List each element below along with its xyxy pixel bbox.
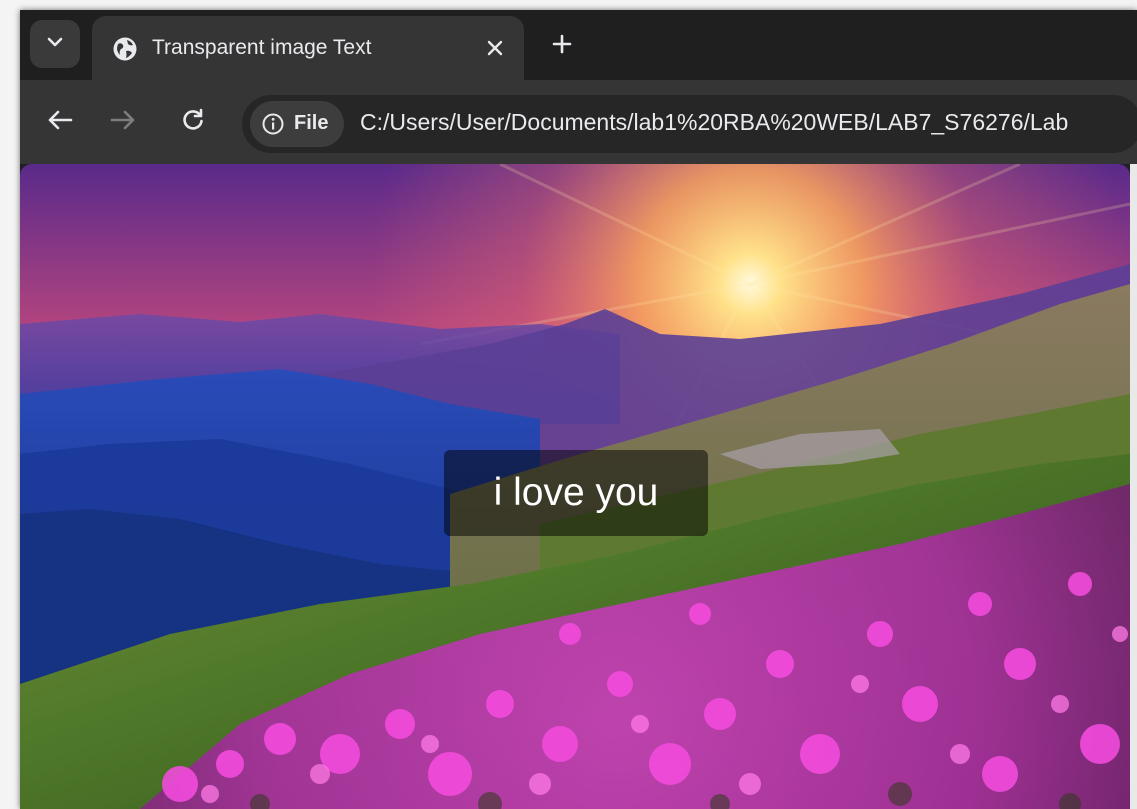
overlay-caption: i love you: [444, 450, 708, 536]
tab-search-button[interactable]: [30, 20, 80, 68]
site-info-chip[interactable]: File: [250, 101, 344, 147]
scrollbar[interactable]: [1130, 164, 1137, 809]
toolbar: File C:/Users/User/Documents/lab1%20RBA%…: [20, 80, 1137, 164]
back-button[interactable]: [40, 102, 80, 142]
address-bar[interactable]: File C:/Users/User/Documents/lab1%20RBA%…: [242, 95, 1137, 153]
screenshot-frame: Transparent image Text File C:/Users/Use…: [0, 0, 1137, 809]
close-tab-icon[interactable]: [478, 31, 512, 65]
arrow-left-icon: [47, 109, 73, 136]
arrow-right-icon: [110, 109, 136, 136]
tab-strip: Transparent image Text: [20, 10, 1137, 80]
forward-button[interactable]: [103, 102, 143, 142]
reload-icon: [181, 108, 205, 137]
tab-active[interactable]: Transparent image Text: [92, 16, 524, 80]
globe-icon: [112, 36, 138, 67]
plus-icon: [552, 34, 572, 59]
site-chip-label: File: [294, 112, 329, 134]
new-tab-button[interactable]: [542, 26, 582, 66]
url-text[interactable]: C:/Users/User/Documents/lab1%20RBA%20WEB…: [360, 109, 1068, 136]
page-content: i love you: [20, 164, 1130, 809]
tab-title: Transparent image Text: [152, 36, 372, 59]
reload-button[interactable]: [173, 102, 213, 142]
info-icon: [262, 113, 284, 140]
browser-window: Transparent image Text File C:/Users/Use…: [20, 10, 1137, 809]
chevron-down-icon: [46, 35, 64, 53]
